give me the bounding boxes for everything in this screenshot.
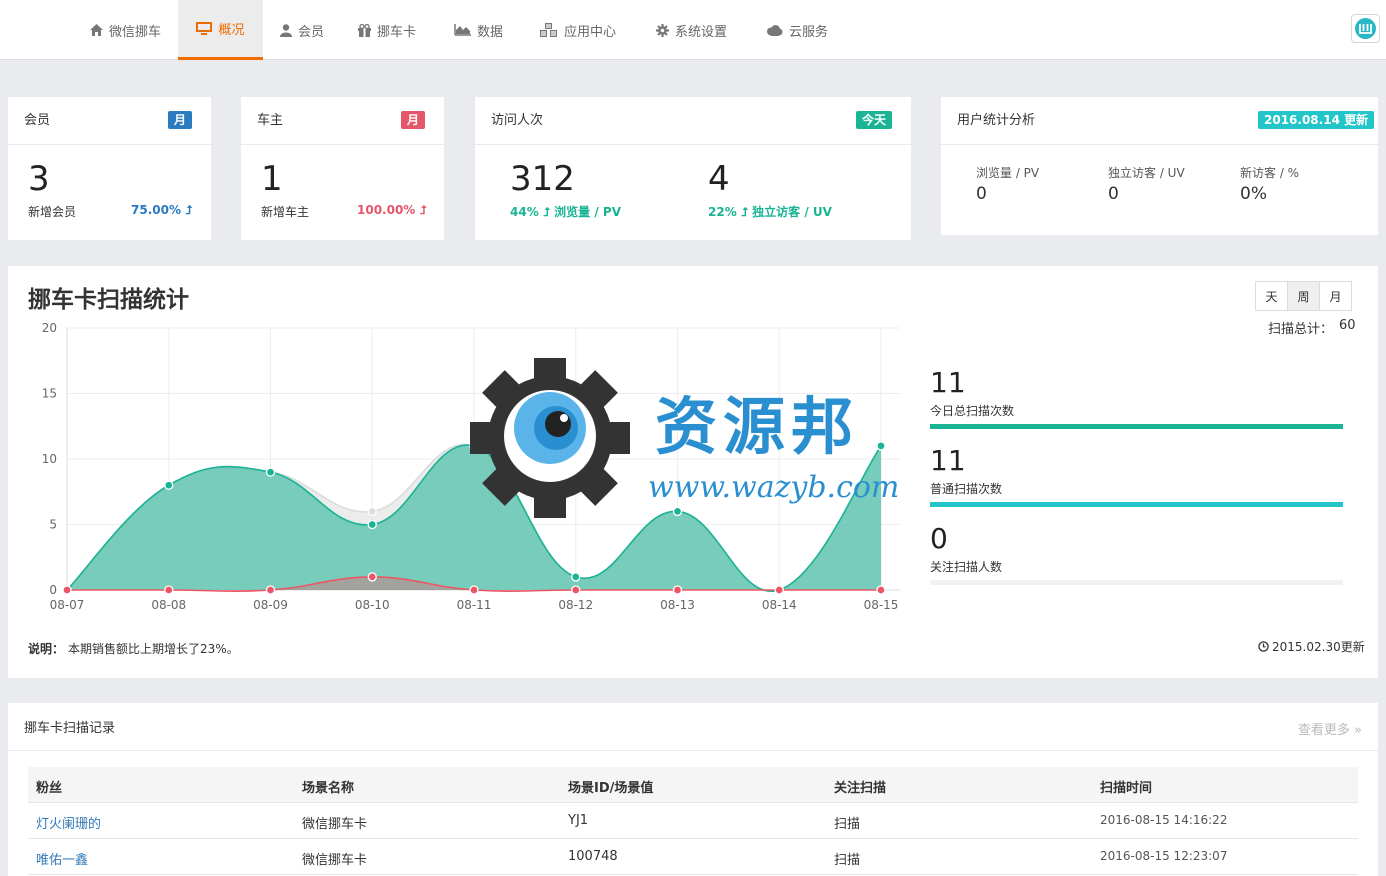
update-badge: 2016.08.14 更新 <box>1258 111 1375 129</box>
scan-time-cell: 2016-08-15 12:23:07 <box>1100 849 1228 863</box>
updated-text: 2015.02.30更新 <box>1272 640 1365 654</box>
scan-area-chart: 0 5 10 15 20 08-07 08-08 08-09 08-10 08-11 08-12 08… <box>42 321 900 612</box>
card-header: 用户统计分析 2016.08.14 更新 <box>941 97 1378 145</box>
chart-updated: 2015.02.30更新 <box>1258 638 1365 655</box>
uv-label: 独立访客 / UV <box>1108 166 1185 180</box>
col-follow-scan: 关注扫描 <box>834 781 887 796</box>
data-point <box>164 585 174 595</box>
scene-name-cell: 微信挪车卡 <box>302 817 368 832</box>
x-tick-label: 08-15 <box>864 598 899 612</box>
today-scan-count: 11 <box>930 366 966 399</box>
clock-icon <box>1258 641 1269 652</box>
scan-total-label: 扫描总计： <box>1268 322 1334 337</box>
data-point <box>62 585 72 595</box>
data-point <box>367 506 377 517</box>
card-title: 用户统计分析 <box>957 113 1036 128</box>
y-tick-label: 0 <box>49 583 57 597</box>
data-point <box>265 467 276 477</box>
uv-value: 0 <box>1108 184 1119 204</box>
gear-eye-logo <box>470 358 630 518</box>
records-header: 挪车卡扫描记录 查看更多 » <box>8 703 1378 751</box>
view-more-link[interactable]: 查看更多 » <box>1298 719 1362 738</box>
x-tick-label: 08-08 <box>151 598 186 612</box>
new-visitor-label: 新访客 / % <box>1240 166 1300 180</box>
normal-scan-label: 普通扫描次数 <box>930 482 1003 496</box>
new-visitor-value: 0% <box>1240 184 1267 204</box>
y-tick-label: 15 <box>42 387 57 401</box>
range-day-button[interactable]: 天 <box>1255 281 1288 311</box>
normal-scan-progress <box>930 502 1343 507</box>
normal-scan-count: 11 <box>930 444 966 477</box>
records-title: 挪车卡扫描记录 <box>24 721 116 736</box>
data-point <box>367 519 377 530</box>
user-analysis-card: 用户统计分析 2016.08.14 更新 浏览量 / PV 0 独立访客 / U… <box>941 97 1378 235</box>
y-tick-label: 20 <box>42 321 57 335</box>
y-tick-label: 5 <box>49 518 57 532</box>
watermark-cn: 资源邦 <box>655 390 860 463</box>
watermark: 资源邦 www.wazyb.com <box>470 358 920 518</box>
data-point <box>571 585 581 595</box>
data-point <box>164 480 174 490</box>
data-point <box>672 585 683 595</box>
scan-total-value: 60 <box>1339 318 1356 333</box>
follow-scan-cell: 扫描 <box>834 817 861 832</box>
progress-fill <box>930 424 1343 429</box>
avatar <box>1355 18 1376 39</box>
chart-note: 说明： 本期销售额比上期增长了23%。 <box>28 640 239 657</box>
table-row: 唯佑一鑫 微信挪车卡 100748 扫描 2016-08-15 12:23:07 <box>28 839 1358 875</box>
col-fan: 粉丝 <box>36 781 63 796</box>
records-table-header: 粉丝 场景名称 场景ID/场景值 关注扫描 扫描时间 <box>28 767 1358 803</box>
pv-value: 0 <box>976 184 987 204</box>
x-tick-label: 08-09 <box>253 598 288 612</box>
data-point <box>876 585 886 595</box>
data-point <box>469 585 479 595</box>
col-scene-name: 场景名称 <box>302 781 355 796</box>
table-row: 灯火阑珊的 微信挪车卡 YJ1 扫描 2016-08-15 14:16:22 <box>28 803 1358 839</box>
data-point <box>265 585 276 595</box>
x-tick-label: 08-12 <box>558 598 593 612</box>
note-label: 说明： <box>28 642 65 656</box>
follow-scan-label: 关注扫描人数 <box>930 560 1003 574</box>
scan-total: 扫描总计： 60 <box>1268 318 1356 337</box>
range-month-button[interactable]: 月 <box>1319 281 1352 311</box>
range-button-group: 天 周 月 <box>1255 281 1352 311</box>
data-point <box>774 585 784 595</box>
today-scan-progress <box>930 424 1343 429</box>
watermark-url: www.wazyb.com <box>648 470 900 505</box>
account-button[interactable] <box>1351 14 1380 43</box>
x-tick-label: 08-11 <box>457 598 492 612</box>
follow-scan-count: 0 <box>930 522 948 555</box>
logo-icon <box>1359 24 1372 34</box>
follow-scan-cell: 扫描 <box>834 853 861 868</box>
fan-link[interactable]: 灯火阑珊的 <box>36 813 101 832</box>
fan-link[interactable]: 唯佑一鑫 <box>36 849 88 868</box>
scan-time-cell: 2016-08-15 14:16:22 <box>1100 813 1228 827</box>
y-tick-label: 10 <box>42 452 57 466</box>
scene-name-cell: 微信挪车卡 <box>302 853 368 868</box>
col-scene-id: 场景ID/场景值 <box>568 781 654 796</box>
pv-label: 浏览量 / PV <box>976 166 1040 180</box>
data-point <box>367 572 377 582</box>
col-scan-time: 扫描时间 <box>1100 781 1153 796</box>
today-scan-label: 今日总扫描次数 <box>930 404 1015 418</box>
x-tick-label: 08-14 <box>762 598 797 612</box>
follow-scan-progress <box>930 580 1343 585</box>
data-point <box>571 572 581 582</box>
x-tick-label: 08-07 <box>50 598 85 612</box>
progress-fill <box>930 502 1343 507</box>
scene-id-cell: 100748 <box>568 849 618 864</box>
scene-id-cell: YJ1 <box>568 813 589 828</box>
range-week-button[interactable]: 周 <box>1287 281 1320 311</box>
x-tick-label: 08-13 <box>660 598 695 612</box>
x-tick-label: 08-10 <box>355 598 390 612</box>
note-text: 本期销售额比上期增长了23%。 <box>68 642 239 656</box>
